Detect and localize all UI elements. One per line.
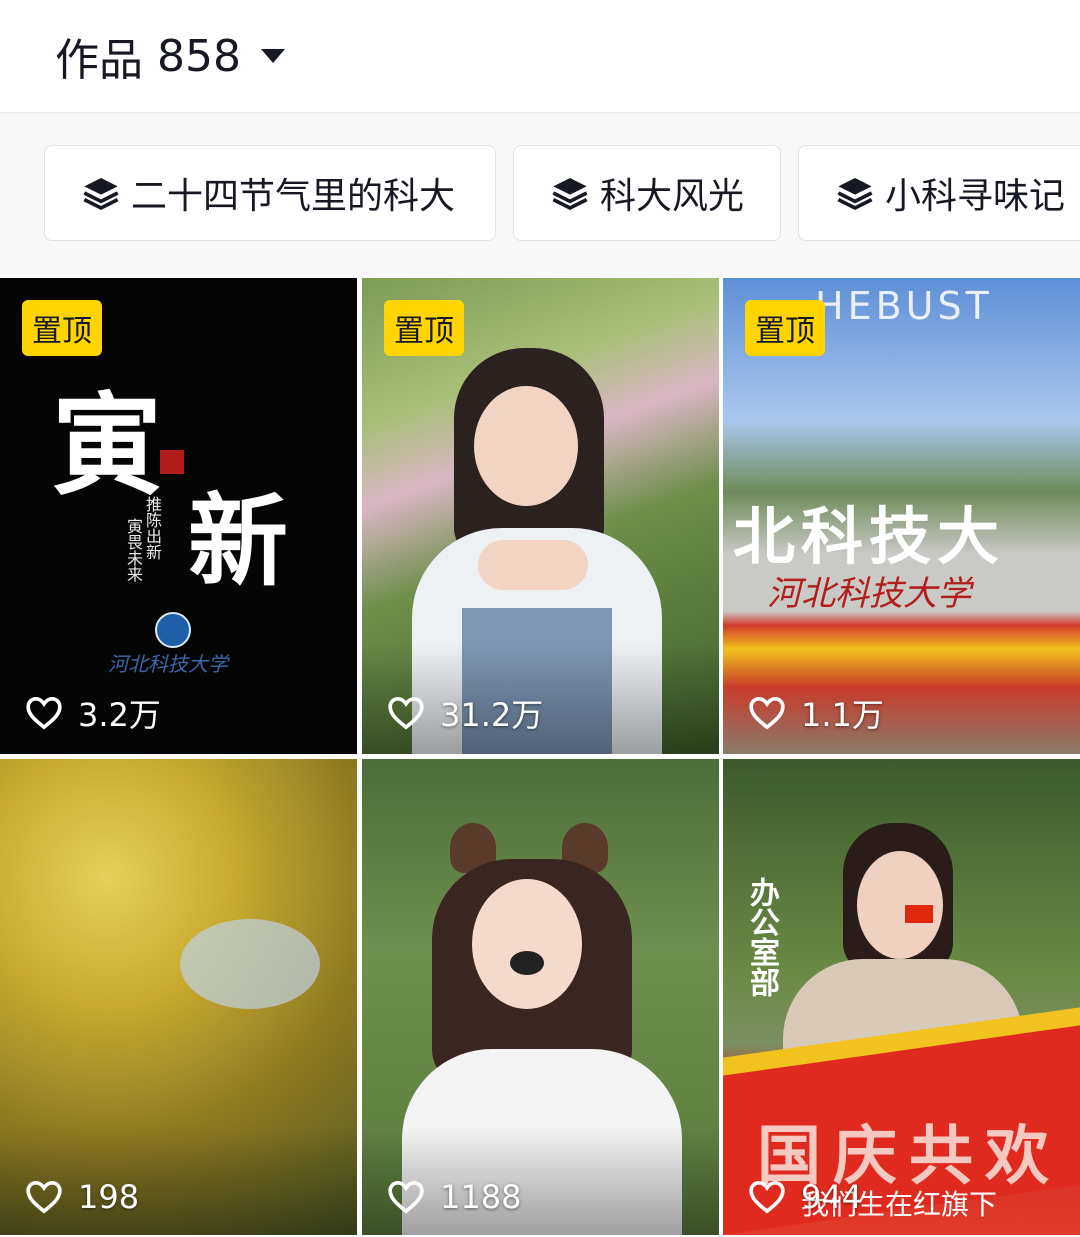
pinned-badge: 置顶 xyxy=(745,300,825,356)
face-shape xyxy=(474,386,578,506)
heart-icon xyxy=(749,696,785,730)
video-tile[interactable]: 置顶 31.2万 xyxy=(362,278,719,754)
like-count: 31.2万 xyxy=(386,690,543,736)
like-count-value: 944 xyxy=(801,1178,863,1216)
pinned-badge: 置顶 xyxy=(384,300,464,356)
side-label: 办公室部 xyxy=(744,877,779,997)
heart-icon xyxy=(749,1180,785,1214)
video-tile[interactable]: 1188 xyxy=(362,759,719,1235)
collection-chip-food[interactable]: 小科寻味记 xyxy=(798,145,1080,241)
video-thumbnail: 办公室部 国庆共欢 我们生在红旗下 xyxy=(723,759,1080,1235)
like-count: 3.2万 xyxy=(24,690,161,736)
like-count: 1188 xyxy=(386,1177,521,1217)
video-tile[interactable]: 办公室部 国庆共欢 我们生在红旗下 944 xyxy=(723,759,1080,1235)
heart-hands-shape xyxy=(478,540,588,590)
video-grid: 寅 新 推陈出新 寅畏未来 河北科技大学 置顶 3.2万 置顶 31.2万 HE… xyxy=(0,278,1080,1237)
like-count: 1.1万 xyxy=(747,690,884,736)
school-inscription: 河北科技大学 xyxy=(767,574,971,614)
like-count-value: 1.1万 xyxy=(801,696,884,734)
red-seal xyxy=(160,450,184,474)
heart-icon xyxy=(388,696,424,730)
collection-label: 小科寻味记 xyxy=(885,176,1066,217)
like-count-value: 1188 xyxy=(440,1178,522,1216)
collection-label: 科大风光 xyxy=(600,176,745,217)
works-label: 作品 xyxy=(55,35,143,86)
poster-glyph: 新 xyxy=(188,482,288,600)
flag-sticker xyxy=(905,905,933,923)
video-tile[interactable]: 198 xyxy=(0,759,357,1235)
collection-chip-solar-terms[interactable]: 二十四节气里的科大 xyxy=(44,145,496,241)
stack-icon xyxy=(83,178,119,211)
overlay-title: 北科技大 xyxy=(733,500,1006,573)
dog-nose xyxy=(510,951,544,975)
stack-icon xyxy=(552,178,588,211)
heart-icon xyxy=(388,1180,424,1214)
caret-down-icon xyxy=(260,49,285,63)
collection-label: 二十四节气里的科大 xyxy=(131,176,456,217)
video-tile[interactable]: HEBUST 北科技大 河北科技大学 置顶 1.1万 xyxy=(723,278,1080,754)
face-shape xyxy=(472,879,582,1009)
like-count: 198 xyxy=(24,1177,139,1217)
like-count-value: 31.2万 xyxy=(440,696,544,734)
heart-icon xyxy=(26,1180,62,1214)
poster-tagline: 推陈出新 xyxy=(143,496,162,560)
stack-icon xyxy=(837,178,873,211)
works-count: 858 xyxy=(157,30,241,82)
poster-glyph: 寅 xyxy=(52,381,162,510)
collections-row: 二十四节气里的科大 科大风光 小科寻味记 xyxy=(0,113,1080,278)
pinned-badge: 置顶 xyxy=(22,300,102,356)
poster-tagline: 寅畏未来 xyxy=(124,518,143,582)
school-emblem xyxy=(155,612,191,648)
video-tile[interactable]: 寅 新 推陈出新 寅畏未来 河北科技大学 置顶 3.2万 xyxy=(0,278,357,754)
school-signature: 河北科技大学 xyxy=(108,652,228,676)
works-header: 作品 858 xyxy=(0,0,1080,113)
watermark-text: HEBUST xyxy=(815,284,993,328)
sky-patch xyxy=(180,919,320,1009)
collection-chip-scenery[interactable]: 科大风光 xyxy=(513,145,781,241)
heart-icon xyxy=(26,696,62,730)
works-dropdown[interactable]: 作品 858 xyxy=(55,24,285,88)
like-count-value: 198 xyxy=(78,1178,140,1216)
like-count-value: 3.2万 xyxy=(78,696,161,734)
like-count: 944 xyxy=(747,1177,862,1217)
